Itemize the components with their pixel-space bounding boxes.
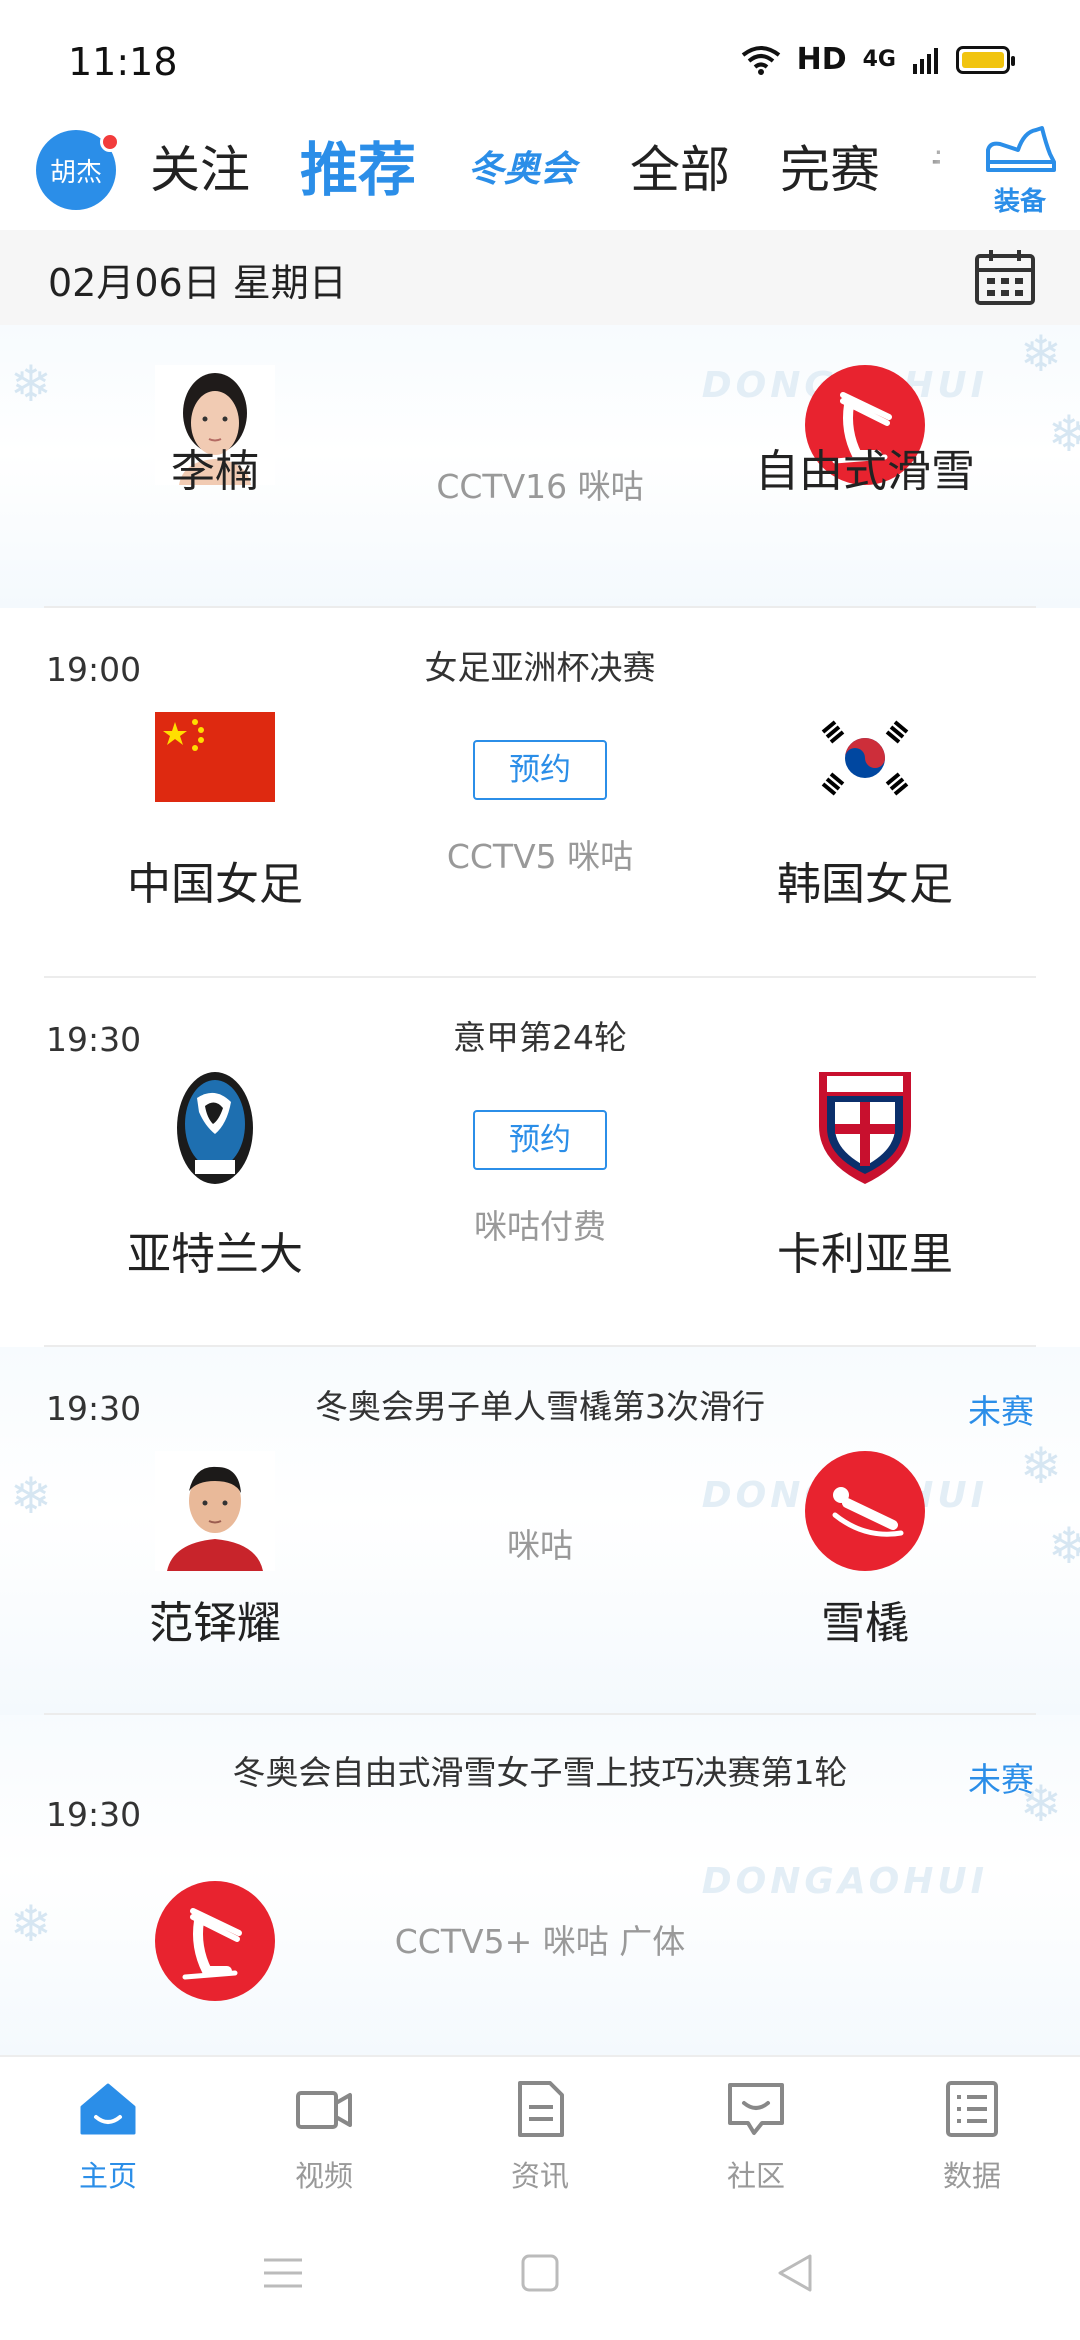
bottom-nav-label: 视频	[294, 2159, 353, 2193]
status-time: 11:18	[68, 40, 178, 84]
team-left-name: 范铎耀	[149, 1598, 281, 1649]
date-bar: 02月06日 星期日	[0, 230, 1080, 325]
atalanta-crest-icon	[177, 1072, 253, 1184]
signal-icon	[913, 47, 938, 74]
news-document-icon	[518, 2081, 564, 2137]
snowflake-decoration: ❄	[10, 1467, 52, 1525]
luge-icon	[805, 1451, 925, 1571]
cagliari-crest-icon	[819, 1072, 911, 1184]
network-hd-label: HD	[796, 42, 847, 77]
broadcast-channels: CCTV16 咪咕	[436, 467, 644, 506]
broadcast-channels: 咪咕	[507, 1526, 573, 1565]
bottom-nav-label: 主页	[78, 2159, 137, 2193]
tab-all[interactable]: 全部	[630, 130, 730, 210]
china-flag-icon	[155, 712, 275, 802]
dongaohui-watermark: DONGAOHUI	[701, 1861, 988, 1902]
match-card[interactable]: ❄ ❄ DONGAOHUI 19:30 冬奥会自由式滑雪女子雪上技巧决赛第1轮 …	[0, 1715, 1080, 2055]
notification-dot	[100, 132, 120, 152]
team-left-name: 中国女足	[127, 859, 303, 910]
equipment-button[interactable]: 装备	[980, 122, 1060, 218]
match-status-badge: 未赛	[968, 1760, 1034, 1799]
chat-bubble-icon	[728, 2083, 784, 2135]
bottom-nav-video[interactable]: 视频	[216, 2073, 432, 2203]
video-camera-icon	[296, 2091, 352, 2129]
team-right-name: 雪橇	[821, 1598, 909, 1649]
tab-finished[interactable]: 完赛	[780, 130, 880, 210]
data-list-icon	[946, 2081, 998, 2137]
bottom-nav-label: 社区	[726, 2159, 785, 2193]
app-screen: 11:18 HD 4G 胡杰 关注 推荐 冬奥会 全部 完赛 装备 02月06日…	[0, 0, 1080, 2340]
team-left-name: 李楠	[171, 446, 259, 497]
broadcast-channels: CCTV5+ 咪咕 广体	[394, 1922, 686, 1961]
calendar-icon[interactable]	[974, 248, 1036, 306]
bottom-nav-news[interactable]: 资讯	[432, 2073, 648, 2203]
top-nav: 胡杰 关注 推荐 冬奥会 全部 完赛 专 装备	[0, 110, 1080, 230]
date-label: 02月06日 星期日	[48, 261, 347, 305]
nav-fade	[900, 110, 960, 230]
team-right-name: 卡利亚里	[777, 1229, 953, 1280]
broadcast-channels: 咪咕付费	[474, 1207, 606, 1246]
reserve-button[interactable]: 预约	[473, 740, 607, 800]
korea-flag-icon	[805, 708, 925, 808]
wifi-icon	[741, 45, 780, 75]
team-left[interactable]: 范铎耀	[50, 1347, 380, 1715]
nav-tabs: 关注 推荐 冬奥会 全部 完赛 专	[150, 130, 940, 210]
home-square-icon[interactable]	[517, 2250, 563, 2296]
team-left[interactable]: 中国女足	[50, 608, 380, 978]
reserve-button[interactable]: 预约	[473, 1110, 607, 1170]
snowflake-decoration: ❄	[1048, 1517, 1080, 1575]
bottom-nav-community[interactable]: 社区	[648, 2073, 864, 2203]
bottom-nav: 主页 视频 资讯 社区 数据	[0, 2055, 1080, 2205]
tab-follow[interactable]: 关注	[150, 130, 250, 210]
tab-winter-olympics[interactable]: 冬奥会	[468, 130, 576, 210]
match-card[interactable]: 19:00 女足亚洲杯决赛 中国女足 预约 CCTV5 咪咕 韩国女足	[0, 608, 1080, 978]
status-bar: 11:18 HD 4G	[0, 0, 1080, 110]
bottom-nav-data[interactable]: 数据	[864, 2073, 1080, 2203]
match-card[interactable]: ❄ ❄ ❄ DONGAOHUI 李楠 CCTV16 咪咕	[0, 325, 1080, 608]
bottom-nav-home[interactable]: 主页	[0, 2073, 216, 2203]
team-right[interactable]: 自由式滑雪	[700, 325, 1030, 608]
team-right[interactable]: 韩国女足	[700, 608, 1030, 978]
snowflake-decoration: ❄	[10, 355, 52, 413]
snowflake-decoration: ❄	[1048, 405, 1080, 463]
sneaker-icon	[986, 126, 1056, 172]
snowflake-decoration: ❄	[10, 1895, 52, 1953]
home-icon	[80, 2083, 136, 2135]
broadcast-channels: CCTV5 咪咕	[446, 837, 634, 876]
team-right-name: 自由式滑雪	[755, 446, 975, 497]
battery-icon	[956, 45, 1015, 74]
back-triangle-icon[interactable]	[772, 2250, 818, 2296]
equipment-label: 装备	[993, 187, 1046, 217]
match-card[interactable]: ❄ ❄ ❄ DONGAOHUI 19:30 冬奥会男子单人雪橇第3次滑行 未赛 …	[0, 1347, 1080, 1715]
team-left-name: 亚特兰大	[127, 1229, 303, 1280]
match-list: ❄ ❄ ❄ DONGAOHUI 李楠 CCTV16 咪咕	[0, 325, 1080, 2055]
team-right-name: 韩国女足	[777, 859, 953, 910]
match-card[interactable]: 19:30 意甲第24轮 亚特兰大 预约 咪咕付费 卡利亚里	[0, 978, 1080, 1347]
status-icons: HD 4G	[741, 42, 1015, 77]
athlete-avatar-male	[155, 1451, 275, 1571]
system-nav-bar	[0, 2205, 1080, 2340]
menu-icon[interactable]	[260, 2250, 306, 2296]
team-left[interactable]	[50, 1715, 380, 2055]
team-right[interactable]: 雪橇	[700, 1347, 1030, 1715]
bottom-nav-label: 数据	[942, 2159, 1001, 2193]
bottom-nav-label: 资讯	[510, 2159, 569, 2193]
cellular-label: 4G	[862, 47, 896, 72]
freestyle-skiing-icon	[155, 1881, 275, 2001]
team-right[interactable]: 卡利亚里	[700, 978, 1030, 1347]
team-left[interactable]: 李楠	[50, 325, 380, 608]
tab-recommended[interactable]: 推荐	[300, 130, 416, 210]
team-left[interactable]: 亚特兰大	[50, 978, 380, 1347]
